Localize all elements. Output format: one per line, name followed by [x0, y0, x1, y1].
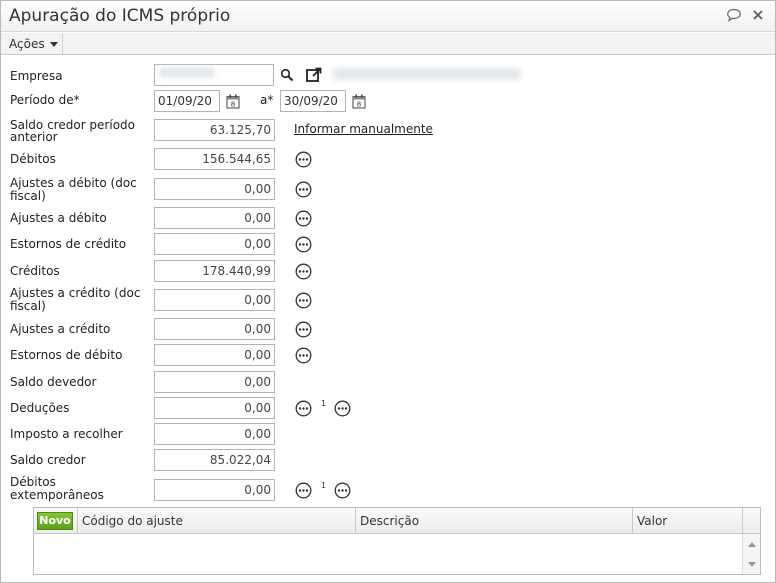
ajustes-debito-doc-input[interactable]: 0,00 — [154, 178, 275, 200]
svg-text:8: 8 — [357, 101, 361, 109]
empresa-code-redacted — [159, 67, 215, 78]
ajustes-credito-doc-input[interactable]: 0,00 — [154, 289, 275, 311]
scroll-up-icon[interactable] — [748, 542, 756, 547]
estornos-debito-label: Estornos de débito — [10, 348, 123, 362]
svg-text:8: 8 — [231, 101, 235, 109]
more-options-icon[interactable] — [295, 151, 312, 168]
more-options-icon[interactable] — [295, 210, 312, 227]
close-icon[interactable] — [749, 6, 767, 24]
ajustes-debito-label: Ajustes a débito — [10, 211, 107, 225]
ajustes-grid: Novo Código do ajuste Descrição Valor — [33, 507, 761, 575]
estornos-credito-input[interactable]: 0,00 — [154, 233, 275, 255]
ajustes-credito-input[interactable]: 0,00 — [154, 318, 275, 340]
more-options-icon[interactable] — [334, 400, 351, 417]
saldo-devedor-input[interactable]: 0,00 — [154, 371, 275, 393]
window: Apuração do ICMS próprio Ações Empresa P… — [0, 0, 776, 583]
saldo-credor-anterior-label-2: anterior — [10, 130, 58, 144]
saldo-credor-anterior-input[interactable]: 63.125,70 — [154, 119, 275, 141]
empresa-label: Empresa — [10, 69, 63, 83]
scroll-down-icon[interactable] — [748, 562, 756, 567]
debitos-extemporaneos-marker: 1 — [321, 481, 327, 490]
grid-scrollbar[interactable] — [742, 534, 760, 574]
ajustes-credito-label: Ajustes a crédito — [10, 322, 111, 336]
saldo-credor-input[interactable]: 85.022,04 — [154, 449, 275, 471]
creditos-input[interactable]: 178.440,99 — [154, 260, 275, 282]
ajustes-debito-doc-label-2: fiscal) — [10, 189, 46, 203]
ajustes-credito-doc-label-1: Ajustes a crédito (doc — [10, 286, 141, 300]
creditos-label: Créditos — [10, 264, 60, 278]
deducoes-input[interactable]: 0,00 — [154, 397, 275, 419]
saldo-credor-label: Saldo credor — [10, 453, 86, 467]
more-options-icon[interactable] — [295, 236, 312, 253]
debitos-extemporaneos-input[interactable]: 0,00 — [154, 479, 275, 501]
imposto-recolher-input[interactable]: 0,00 — [154, 423, 275, 445]
periodo-label: Período de* — [10, 93, 80, 107]
toolbar: Ações — [1, 33, 775, 55]
more-options-icon[interactable] — [295, 321, 312, 338]
ate-label: a* — [260, 93, 274, 107]
deducoes-label: Deduções — [10, 401, 70, 415]
chevron-down-icon — [49, 42, 58, 47]
more-options-icon[interactable] — [295, 482, 312, 499]
data-fim-input[interactable]: 30/09/20 — [280, 90, 346, 112]
more-options-icon[interactable] — [295, 347, 312, 364]
column-codigo-ajuste[interactable]: Código do ajuste — [78, 508, 356, 534]
search-icon[interactable] — [280, 68, 294, 82]
informar-manualmente-link[interactable]: Informar manualmente — [294, 122, 433, 136]
estornos-credito-label: Estornos de crédito — [10, 237, 127, 251]
debitos-input[interactable]: 156.544,65 — [154, 148, 275, 170]
debitos-label: Débitos — [10, 152, 56, 166]
grid-new-cell: Novo — [34, 508, 78, 534]
debitos-extemporaneos-label-1: Débitos — [10, 475, 56, 489]
title-buttons — [725, 6, 767, 24]
novo-button[interactable]: Novo — [37, 512, 73, 530]
ajustes-debito-input[interactable]: 0,00 — [154, 207, 275, 229]
deducoes-marker: 1 — [321, 399, 327, 408]
column-valor[interactable]: Valor — [633, 508, 743, 534]
actions-menu-label: Ações — [9, 37, 45, 51]
more-options-icon[interactable] — [334, 482, 351, 499]
saldo-devedor-label: Saldo devedor — [10, 375, 97, 389]
grid-header: Novo Código do ajuste Descrição Valor — [34, 508, 760, 534]
empresa-name-redacted — [333, 68, 521, 80]
column-descricao[interactable]: Descrição — [356, 508, 633, 534]
comment-icon[interactable] — [725, 6, 743, 24]
calendar-icon[interactable]: 8 — [226, 94, 240, 109]
debitos-extemporaneos-label-2: extemporâneos — [10, 488, 104, 502]
more-options-icon[interactable] — [295, 263, 312, 280]
external-link-icon[interactable] — [305, 66, 323, 84]
more-options-icon[interactable] — [295, 181, 312, 198]
data-inicio-input[interactable]: 01/09/20 — [154, 90, 220, 112]
ajustes-credito-doc-label-2: fiscal) — [10, 299, 46, 313]
title-bar: Apuração do ICMS próprio — [1, 1, 775, 32]
actions-menu-button[interactable]: Ações — [5, 34, 63, 54]
window-title: Apuração do ICMS próprio — [9, 6, 231, 26]
calendar-icon[interactable]: 8 — [352, 94, 366, 109]
more-options-icon[interactable] — [295, 292, 312, 309]
imposto-recolher-label: Imposto a recolher — [10, 427, 123, 441]
estornos-debito-input[interactable]: 0,00 — [154, 344, 275, 366]
ajustes-debito-doc-label-1: Ajustes a débito (doc — [10, 176, 137, 190]
more-options-icon[interactable] — [295, 400, 312, 417]
